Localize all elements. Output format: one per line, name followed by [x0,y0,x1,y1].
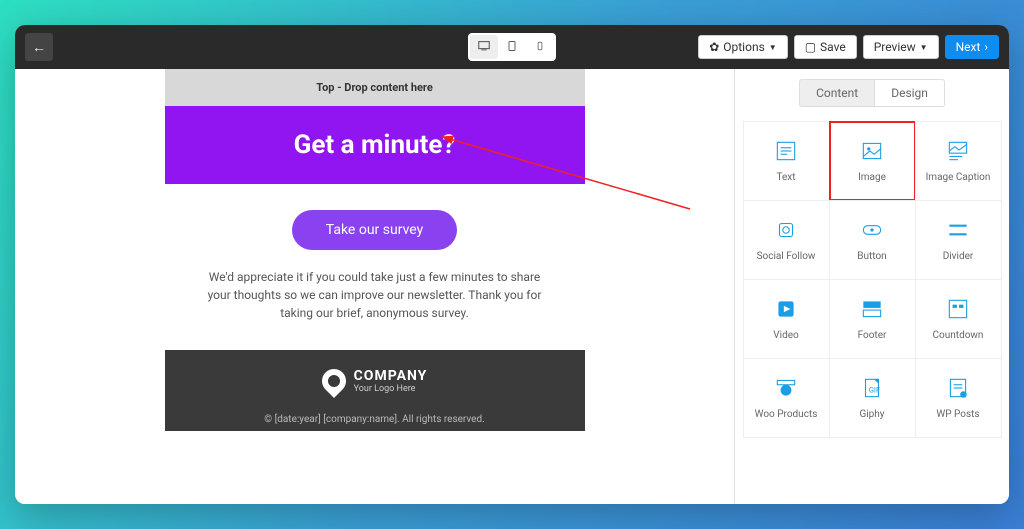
body-text[interactable]: We'd appreciate it if you could take jus… [165,268,585,350]
block-divider[interactable]: Divider [915,200,1002,280]
social-icon [773,217,799,243]
workspace: Top - Drop content here Get a minute? Ta… [15,69,1009,504]
block-video[interactable]: Video [743,279,830,359]
footer-icon [859,296,885,322]
footer-block[interactable]: COMPANY Your Logo Here © [date:year] [co… [165,350,585,431]
image-caption-icon [945,138,971,164]
side-panel: Content Design Text Image [734,69,1009,504]
chevron-right-icon: › [984,40,988,54]
block-button[interactable]: Button [829,200,916,280]
block-label: Countdown [933,330,984,341]
image-icon [859,138,885,164]
canvas-scroll[interactable]: Top - Drop content here Get a minute? Ta… [15,69,734,504]
pin-icon [317,364,351,398]
block-wp-posts[interactable]: WP Posts [915,358,1002,438]
desktop-icon [477,38,491,57]
countdown-icon [945,296,971,322]
device-mobile-button[interactable] [526,35,554,59]
cta-wrap: Take our survey [165,184,585,268]
tab-content[interactable]: Content [799,79,874,107]
tablet-icon [506,38,518,57]
save-label: Save [820,40,846,54]
gear-icon: ✿ [709,40,719,54]
block-label: Image Caption [926,172,991,183]
caret-down-icon: ▼ [920,43,928,52]
blocks-grid: Text Image Image Caption [735,113,1009,445]
block-label: WP Posts [936,409,979,420]
logo-text: COMPANY Your Logo Here [354,368,428,394]
logo-row: COMPANY Your Logo Here [175,368,575,394]
topbar: ← ✿ Options ▼ [15,25,1009,69]
block-label: Button [857,251,886,262]
button-icon [859,217,885,243]
block-footer[interactable]: Footer [829,279,916,359]
block-label: Text [776,172,795,183]
panel-tabs: Content Design [735,69,1009,113]
divider-icon [945,217,971,243]
email-body: Top - Drop content here Get a minute? Ta… [165,69,585,504]
save-button[interactable]: ▢ Save [794,35,857,59]
tab-design[interactable]: Design [874,79,945,107]
block-label: Image [858,172,886,183]
block-label: Video [773,330,798,341]
block-label: Divider [943,251,974,262]
giphy-icon: GIF [859,375,885,401]
mobile-icon [535,38,545,57]
options-button[interactable]: ✿ Options ▼ [698,35,788,59]
company-name: COMPANY [354,368,428,384]
woo-icon [773,375,799,401]
video-icon [773,296,799,322]
svg-text:GIF: GIF [869,385,880,394]
company-tagline: Your Logo Here [354,384,428,394]
block-label: Woo Products [755,409,818,420]
cta-button[interactable]: Take our survey [292,210,457,250]
device-switcher [468,33,556,61]
caret-down-icon: ▼ [769,43,777,52]
text-icon [773,138,799,164]
preview-button[interactable]: Preview ▼ [863,35,939,59]
topbar-actions: ✿ Options ▼ ▢ Save Preview ▼ Next › [698,35,999,59]
back-button[interactable]: ← [25,33,53,61]
next-button[interactable]: Next › [945,35,999,59]
block-label: Giphy [859,409,884,420]
preview-label: Preview [874,40,916,54]
block-image-caption[interactable]: Image Caption [915,121,1002,201]
canvas-area: Top - Drop content here Get a minute? Ta… [15,69,734,504]
block-woo-products[interactable]: Woo Products [743,358,830,438]
options-label: Options [723,40,765,54]
next-label: Next [956,40,981,54]
block-label: Footer [858,330,887,341]
block-countdown[interactable]: Countdown [915,279,1002,359]
block-text[interactable]: Text [743,121,830,201]
block-giphy[interactable]: GIF Giphy [829,358,916,438]
arrow-left-icon: ← [32,39,46,56]
headline-block[interactable]: Get a minute? [165,106,585,184]
drop-zone-top[interactable]: Top - Drop content here [165,69,585,106]
block-image[interactable]: Image [829,121,916,201]
device-tablet-button[interactable] [498,35,526,59]
wp-posts-icon [945,375,971,401]
app-window: ← ✿ Options ▼ [15,25,1009,504]
block-social-follow[interactable]: Social Follow [743,200,830,280]
block-label: Social Follow [757,251,816,262]
device-desktop-button[interactable] [470,35,498,59]
copyright-text: © [date:year] [company:name]. All rights… [175,414,575,425]
save-icon: ▢ [805,40,816,54]
